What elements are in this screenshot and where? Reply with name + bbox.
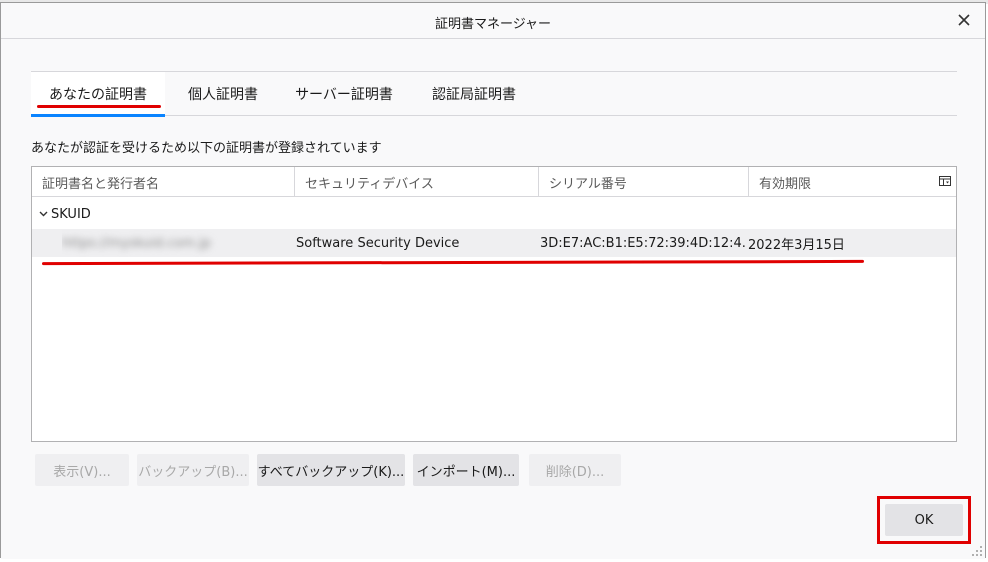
delete-button[interactable]: 削除(D)... [529, 454, 621, 486]
tab-bar: あなたの証明書 個人証明書 サーバー証明書 認証局証明書 [31, 71, 957, 117]
close-icon[interactable] [953, 9, 975, 31]
column-header-name[interactable]: 証明書名と発行者名 [32, 167, 294, 197]
dialog-content: あなたの証明書 個人証明書 サーバー証明書 認証局証明書 あなたが認証を受けるた… [1, 39, 985, 559]
tree-group-skuid[interactable]: SKUID [32, 201, 956, 227]
group-label: SKUID [51, 206, 91, 222]
column-picker-icon[interactable] [938, 174, 952, 188]
backup-button[interactable]: バックアップ(B)... [137, 454, 249, 486]
tab-authority-certificates[interactable]: 認証局証明書 [413, 72, 535, 116]
certificate-tree[interactable]: 証明書名と発行者名 セキュリティデバイス シリアル番号 有効期限 SKUID h… [31, 166, 957, 442]
tab-your-certificates[interactable]: あなたの証明書 [31, 72, 165, 117]
import-button[interactable]: インポート(M)... [413, 454, 519, 486]
dialog-title: 証明書マネージャー [434, 17, 552, 32]
cell-security-device: Software Security Device [296, 235, 460, 251]
tab-server-certificates[interactable]: サーバー証明書 [284, 72, 404, 116]
blurred-name: https://myskuid.com.jp [62, 235, 211, 251]
cell-expiration: 2022年3月15日 [748, 237, 845, 253]
chevron-down-icon[interactable] [38, 209, 48, 219]
annotation-underline-row [41, 259, 865, 266]
annotation-underline-tab [37, 105, 161, 108]
title-bar: 証明書マネージャー [1, 3, 985, 39]
cell-serial-number: 3D:E7:AC:B1:E5:72:39:4D:12:4... [540, 235, 746, 251]
cell-certificate-name: https://myskuid.com.jp [62, 229, 262, 257]
certificate-manager-dialog: 証明書マネージャー あなたの証明書 個人証明書 サーバー証明書 認証局証明書 あ… [0, 2, 986, 559]
description-text: あなたが認証を受けるため以下の証明書が登録されています [31, 141, 382, 156]
ok-button[interactable]: OK [885, 504, 963, 536]
backup-all-button[interactable]: すべてバックアップ(K)... [257, 454, 405, 486]
resize-grip-icon[interactable] [971, 545, 983, 557]
column-header-device[interactable]: セキュリティデバイス [294, 167, 538, 197]
tree-header: 証明書名と発行者名 セキュリティデバイス シリアル番号 有効期限 [32, 167, 956, 197]
column-header-expires[interactable]: 有効期限 [748, 167, 938, 197]
tab-personal-certificates[interactable]: 個人証明書 [169, 72, 277, 116]
view-button[interactable]: 表示(V)... [35, 454, 129, 486]
table-row[interactable]: https://myskuid.com.jp Software Security… [32, 229, 956, 257]
column-header-serial[interactable]: シリアル番号 [538, 167, 748, 197]
